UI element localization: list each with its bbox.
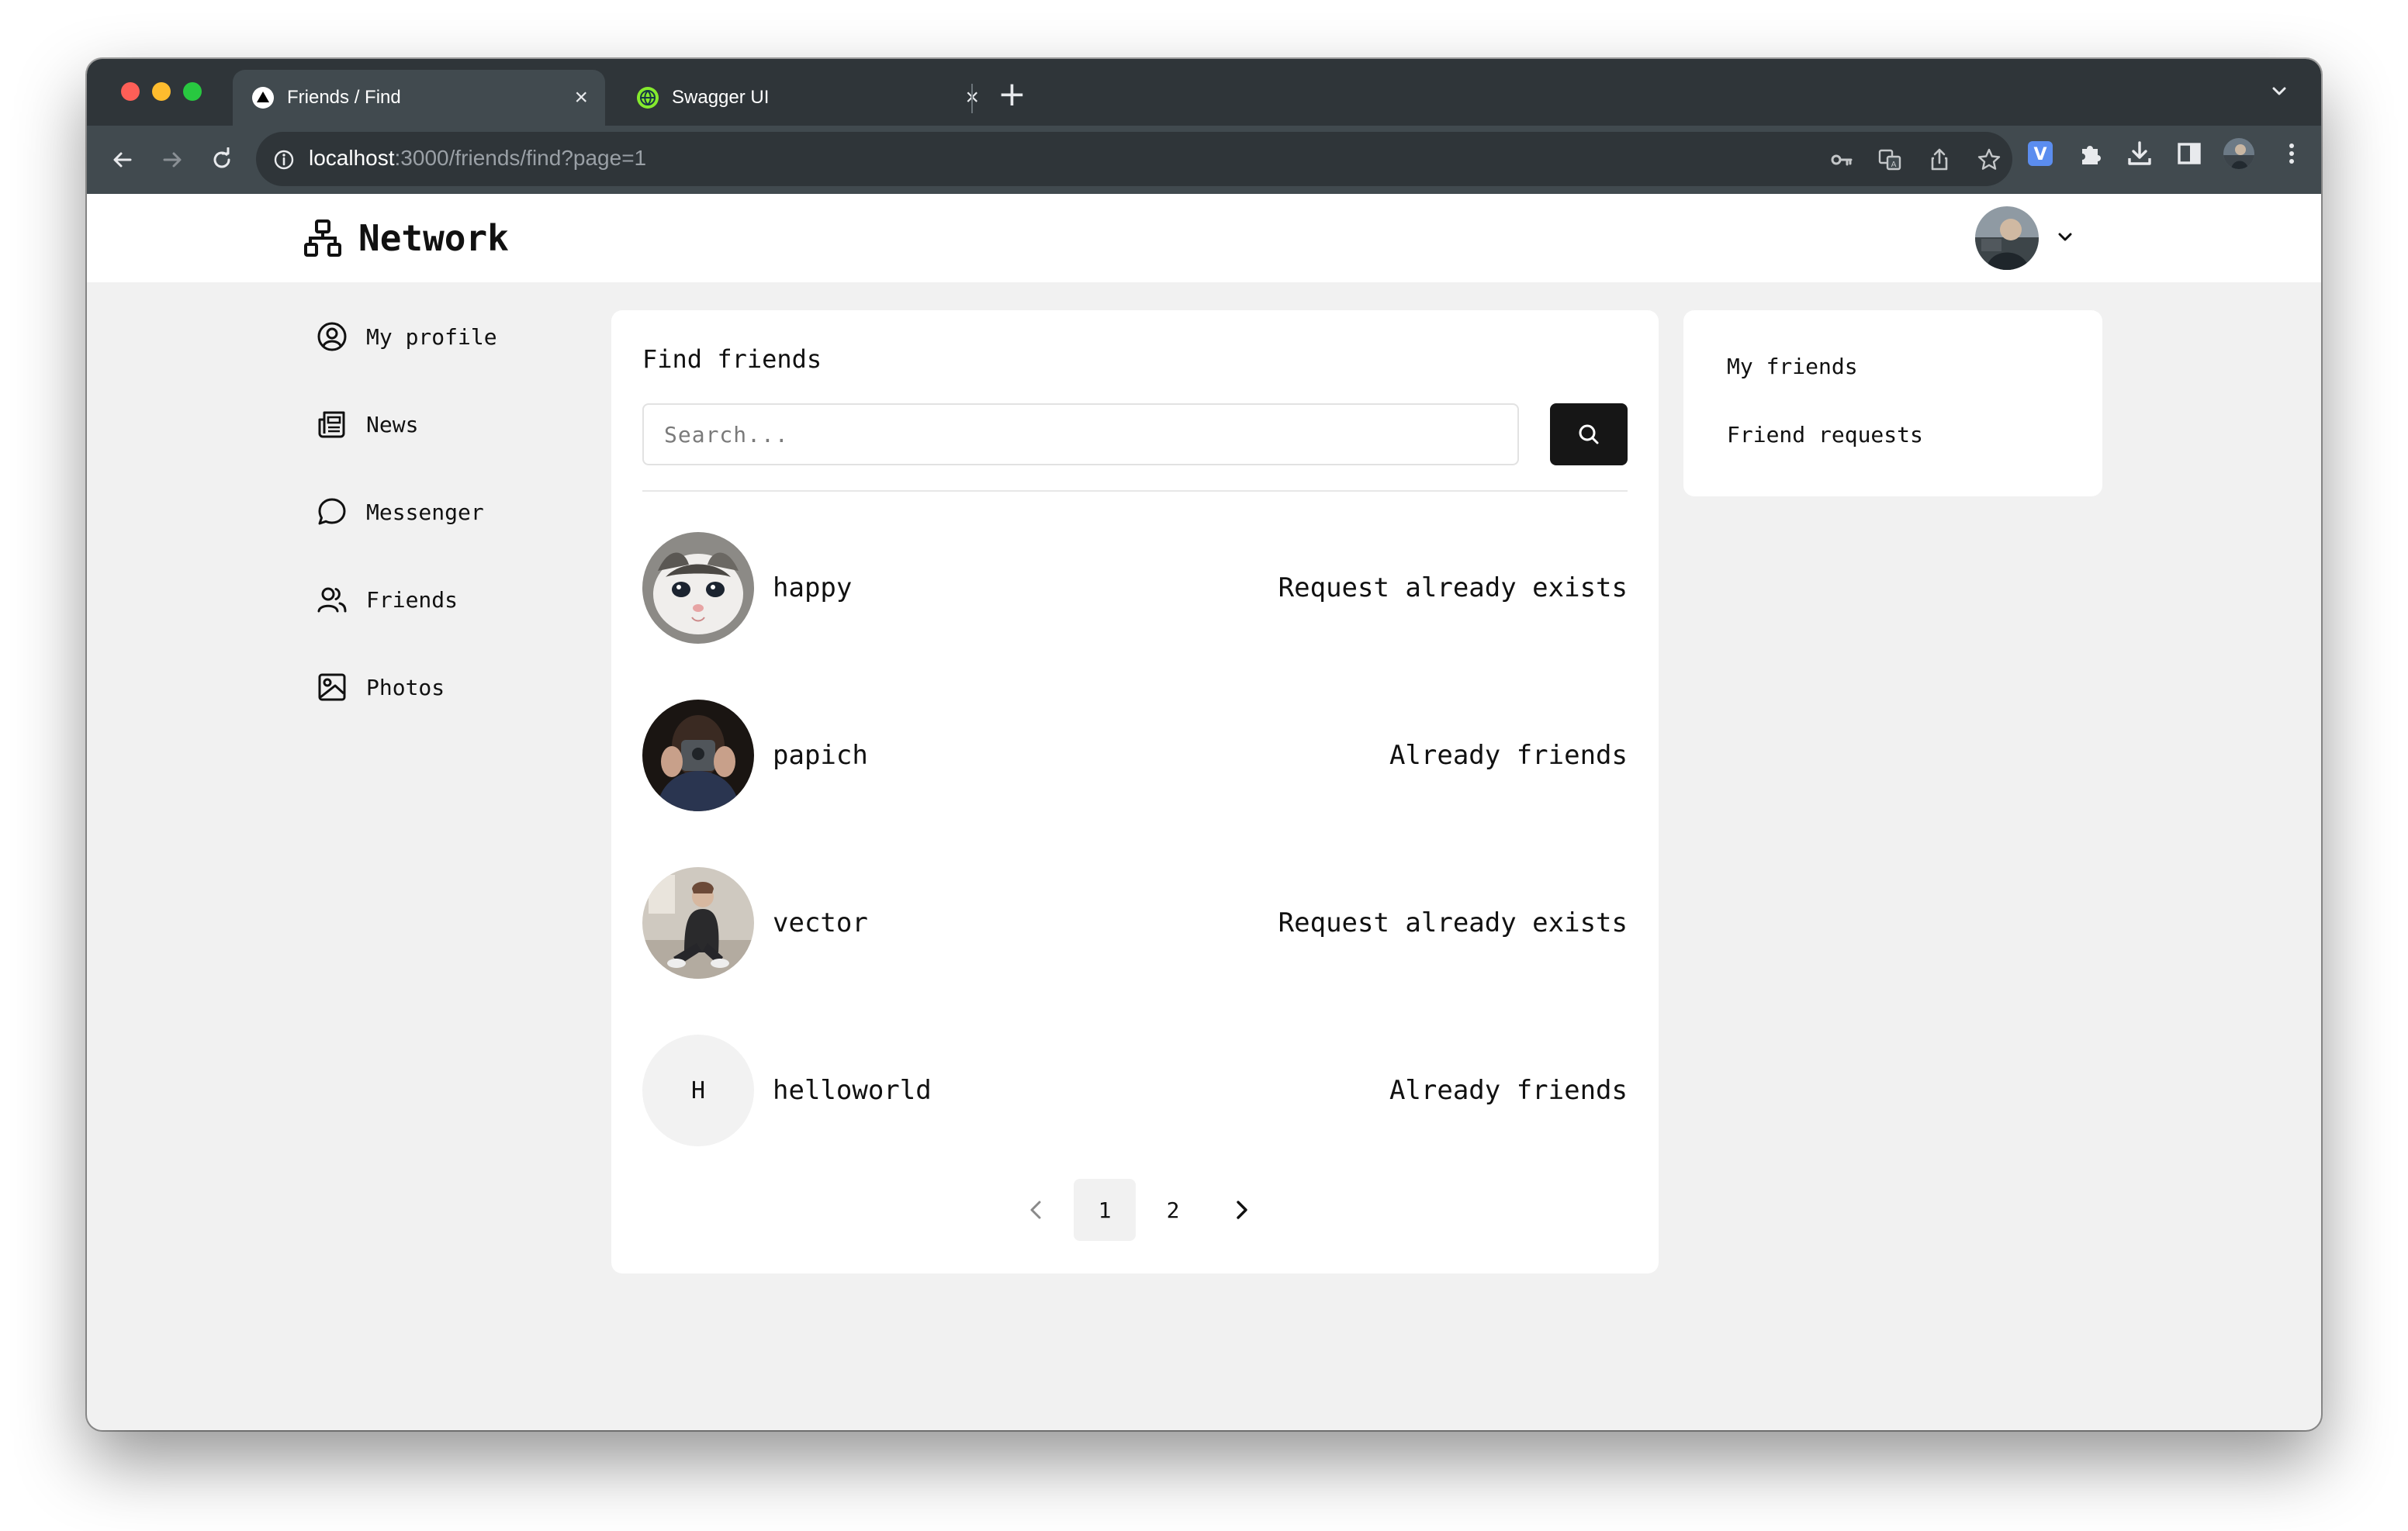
url-host: localhost [309,146,395,170]
friend-status: Request already exists [1278,572,1628,603]
page-button[interactable]: 1 [1074,1179,1136,1241]
previous-page-button[interactable] [1005,1179,1067,1241]
key-icon[interactable] [1829,147,1854,172]
new-tab-button[interactable]: + [998,78,1026,112]
swagger-globe-icon [637,87,659,109]
maximize-window-button[interactable] [183,82,202,101]
list-item: H helloworld Already friends [642,1035,1628,1146]
my-friends-link[interactable]: My friends [1727,354,1858,379]
list-item: happy Request already exists [642,532,1628,644]
sidebar-item-label: Photos [366,674,445,700]
tab-title: Friends / Find [287,87,401,108]
page-title: Find friends [642,344,822,374]
sidebar-item-label: My profile [366,323,497,350]
newspaper-icon [318,411,345,438]
triangle-logo-icon [252,87,274,109]
url-path: :3000/friends/find?page=1 [394,146,647,170]
chat-bubble-icon [318,498,346,525]
user-avatar[interactable] [1975,206,2039,270]
selfie-photo-icon [642,700,754,811]
kitten-photo-icon [642,532,754,644]
chevron-right-icon [1237,1201,1247,1219]
friend-requests-link[interactable]: Friend requests [1727,422,1923,448]
forward-button[interactable] [155,143,189,177]
reload-button[interactable] [205,143,239,177]
reload-icon [213,147,230,168]
sidebar-item-friends[interactable]: Friends [317,582,458,617]
friend-name[interactable]: papich [773,740,868,771]
friend-status: Request already exists [1278,907,1628,938]
side-panel-icon[interactable] [2175,140,2203,168]
friend-name[interactable]: happy [773,572,852,603]
chevron-left-icon [1030,1201,1041,1219]
info-icon[interactable] [273,149,295,171]
page-button[interactable]: 2 [1142,1179,1204,1241]
profile-photo-icon [2223,138,2254,169]
browser-toolbar: localhost:3000/friends/find?page=1 A V [87,126,2321,194]
search-icon [1579,424,1599,444]
user-circle-icon [317,322,347,351]
browser-profile-avatar[interactable] [2223,138,2254,169]
more-vertical-icon[interactable] [2278,140,2306,168]
share-icon[interactable] [1927,147,1952,172]
vue-devtools-extension-icon[interactable]: V [2026,140,2054,168]
app-logo[interactable]: Network [304,217,509,259]
browser-window: Friends / Find × Swagger UI × + [87,59,2321,1430]
person-sitting-photo-icon [642,867,754,979]
translate-icon[interactable]: A [1877,147,1902,172]
image-icon [318,673,346,701]
friend-name[interactable]: helloworld [773,1075,932,1106]
arrow-left-icon [113,152,132,168]
sidebar-item-label: News [366,411,419,437]
bookmark-star-icon[interactable] [1977,147,2001,172]
arrow-right-icon [163,152,182,168]
avatar[interactable] [642,532,754,644]
find-friends-card: Find friends Search... happy Request alr… [611,310,1659,1274]
puzzle-extensions-icon[interactable] [2076,140,2104,168]
avatar[interactable]: H [642,1035,754,1146]
app-name: Network [358,217,509,259]
friend-name[interactable]: vector [773,907,868,938]
search-input[interactable] [642,403,1519,465]
minimize-window-button[interactable] [152,82,171,101]
sidebar-item-messenger[interactable]: Messenger [317,495,484,529]
tab-title: Swagger UI [672,87,770,108]
friend-status: Already friends [1389,740,1628,771]
address-bar[interactable]: localhost:3000/friends/find?page=1 A [256,132,2012,186]
divider [642,490,1628,492]
friend-status: Already friends [1389,1075,1628,1106]
download-icon[interactable] [2126,140,2154,168]
svg-text:A: A [1891,161,1897,169]
close-tab-icon[interactable]: × [574,86,588,109]
chevron-down-icon[interactable] [2268,81,2290,102]
avatar[interactable] [642,700,754,811]
friends-menu-card: My friends Friend requests [1683,310,2102,496]
svg-text:V: V [2033,145,2046,164]
pagination: 1 2 [611,1179,1659,1241]
list-item: vector Request already exists [642,867,1628,979]
avatar-photo-icon [1975,206,2039,270]
next-page-button[interactable] [1210,1179,1272,1241]
sidebar-item-photos[interactable]: Photos [317,670,445,704]
chevron-down-icon[interactable] [2056,228,2074,247]
avatar[interactable] [642,867,754,979]
back-button[interactable] [106,143,140,177]
search-button[interactable] [1550,403,1628,465]
tab-bar: Friends / Find × Swagger UI × + [87,59,2321,126]
sidebar-item-news[interactable]: News [317,407,418,441]
url-text[interactable]: localhost:3000/friends/find?page=1 [309,146,646,171]
tab-friends-find[interactable]: Friends / Find × [233,70,605,126]
sidebar-item-label: Messenger [366,499,484,525]
sidebar-item-my-profile[interactable]: My profile [317,320,497,354]
tab-separator [971,84,973,113]
app-header: Network [87,194,2321,282]
users-icon [317,587,347,613]
network-icon [304,219,341,257]
sidebar-item-label: Friends [366,586,458,613]
list-item: papich Already friends [642,700,1628,811]
tab-swagger-ui[interactable]: Swagger UI × [618,70,996,126]
close-window-button[interactable] [121,82,140,101]
